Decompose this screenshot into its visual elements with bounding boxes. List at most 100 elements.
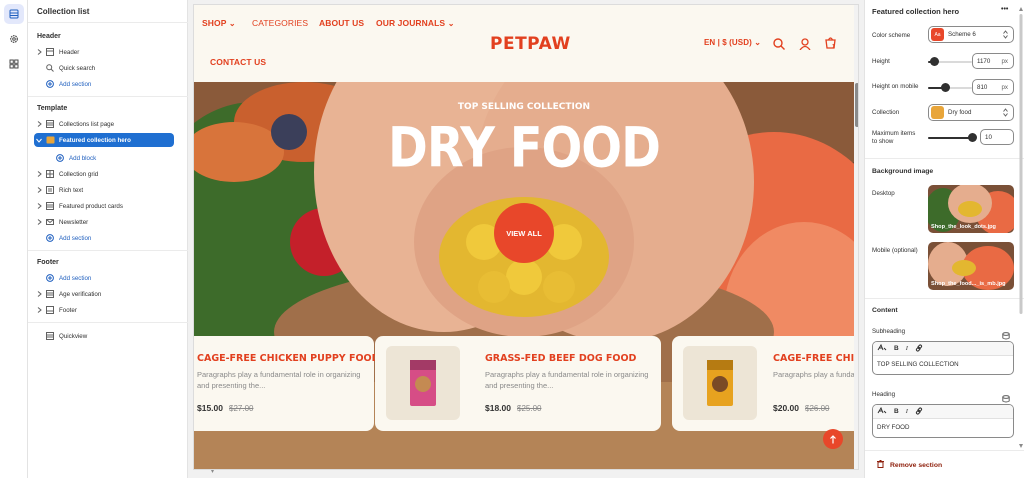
- link-icon[interactable]: [915, 407, 923, 417]
- height-unit: px: [1001, 57, 1008, 65]
- color-scheme-select[interactable]: Aa Scheme 6: [928, 26, 1014, 43]
- chevron-right-icon[interactable]: [34, 203, 44, 209]
- desktop-image-picker[interactable]: Shop_the_look_dots.jpg: [928, 185, 1014, 233]
- add-section-template[interactable]: Add section: [34, 231, 174, 245]
- chevron-right-icon[interactable]: [34, 121, 44, 127]
- nav-contact[interactable]: CONTACT US: [210, 57, 266, 67]
- locale-label: EN | $ (USD): [704, 38, 752, 47]
- paragraph-icon[interactable]: [877, 406, 887, 417]
- product-description: Paragraphs play a fundamental role in or…: [485, 370, 649, 390]
- product-card[interactable]: CAGE-FREE CHICKEN PUPPY FOOD Paragraphs …: [194, 336, 380, 431]
- chevron-down-icon[interactable]: [34, 138, 44, 143]
- heading-editor[interactable]: B I DRY FOOD: [872, 404, 1014, 438]
- slider-handle[interactable]: [941, 83, 951, 92]
- locale-selector[interactable]: EN | $ (USD) ⌄: [704, 38, 761, 47]
- add-section-footer[interactable]: Add section: [34, 271, 174, 285]
- subheading-editor[interactable]: B I TOP SELLING COLLECTION: [872, 341, 1014, 375]
- height-mobile-input[interactable]: 810 px: [972, 79, 1014, 95]
- store-logo[interactable]: PETPAW: [490, 34, 571, 54]
- product-card[interactable]: GRASS-FED BEEF DOG FOOD Paragraphs play …: [375, 336, 661, 431]
- product-price: $18.00: [485, 403, 511, 413]
- add-section-header[interactable]: Add section: [34, 77, 174, 91]
- collection-select[interactable]: Dry food: [928, 104, 1014, 121]
- sidebar-item-featured-product-cards[interactable]: Featured product cards: [34, 199, 174, 213]
- italic-icon[interactable]: I: [906, 408, 908, 415]
- chevron-right-icon[interactable]: [34, 219, 44, 225]
- settings-gear-icon[interactable]: [4, 29, 24, 49]
- chevron-right-icon[interactable]: [34, 187, 44, 193]
- italic-icon[interactable]: I: [906, 345, 908, 352]
- add-section-label: Add section: [59, 274, 92, 282]
- sidebar-item-header[interactable]: Header: [34, 45, 174, 59]
- cart-icon[interactable]: 1: [824, 36, 838, 55]
- collection-value: Dry food: [948, 109, 972, 116]
- trash-icon: [877, 460, 884, 470]
- search-icon[interactable]: [773, 37, 785, 55]
- nav-shop[interactable]: SHOP ⌄: [202, 18, 236, 28]
- preview-scrollbar[interactable]: [854, 5, 858, 469]
- chevron-right-icon[interactable]: [34, 171, 44, 177]
- bold-icon[interactable]: B: [894, 408, 899, 415]
- chevron-right-icon[interactable]: [34, 49, 44, 55]
- account-icon[interactable]: [799, 37, 811, 55]
- sidebar-item-collections-list-page[interactable]: Collections list page: [34, 117, 174, 131]
- max-items-label-line1: Maximum items: [872, 130, 916, 137]
- layout-icon: [44, 48, 56, 56]
- product-compare-price: $26.00: [805, 404, 830, 413]
- max-items-input[interactable]: 10: [980, 129, 1014, 145]
- sidebar-item-rich-text[interactable]: Rich text: [34, 183, 174, 197]
- slider-handle[interactable]: [930, 57, 940, 66]
- mobile-image-picker[interactable]: Shop_the_food..._is_mb.jpg: [928, 242, 1014, 290]
- more-actions-icon[interactable]: •••: [1001, 6, 1008, 13]
- link-icon[interactable]: [915, 344, 923, 354]
- view-all-button[interactable]: VIEW ALL: [494, 203, 554, 263]
- apps-icon[interactable]: [4, 54, 24, 74]
- height-input[interactable]: 1170 px: [972, 53, 1014, 69]
- max-items-slider[interactable]: [928, 133, 977, 142]
- plus-circle-icon: [54, 154, 66, 162]
- hero-heading: DRY FOOD: [388, 115, 661, 181]
- remove-section-button[interactable]: Remove section: [877, 460, 942, 470]
- collection-icon: [44, 136, 56, 144]
- bold-icon[interactable]: B: [894, 345, 899, 352]
- mobile-label: Mobile (optional): [872, 247, 918, 254]
- sidebar-item-quick-search[interactable]: Quick search: [34, 61, 174, 75]
- chevron-right-icon[interactable]: [34, 307, 44, 313]
- slider-handle[interactable]: [967, 133, 977, 142]
- nav-about[interactable]: ABOUT US: [319, 18, 364, 28]
- sections-icon[interactable]: [4, 4, 24, 24]
- group-template-label: Template: [37, 105, 68, 112]
- height-mobile-slider[interactable]: [928, 83, 972, 92]
- sidebar-item-collection-grid[interactable]: Collection grid: [34, 167, 174, 181]
- sidebar-item-label: Quick search: [59, 64, 96, 72]
- scroll-to-top-button[interactable]: [823, 429, 843, 449]
- sidebar-item-featured-collection-hero[interactable]: Featured collection hero: [34, 133, 174, 147]
- chevron-down-icon: ⌄: [754, 38, 762, 47]
- settings-scrollbar[interactable]: [1018, 0, 1024, 478]
- chevron-down-icon: ⌄: [228, 19, 236, 28]
- sidebar-item-footer[interactable]: Footer: [34, 303, 174, 317]
- product-name[interactable]: CAGE-FREE CHICKEN: [773, 353, 858, 364]
- paragraph-icon[interactable]: [877, 343, 887, 354]
- product-image[interactable]: [386, 346, 460, 420]
- sidebar-item-label: Featured collection hero: [59, 136, 131, 144]
- sidebar-item-quickview[interactable]: Quickview: [34, 329, 174, 343]
- product-card[interactable]: CAGE-FREE CHICKEN Paragraphs play a fund…: [672, 336, 858, 431]
- heading-value[interactable]: DRY FOOD: [873, 419, 1013, 436]
- sidebar-item-age-verification[interactable]: Age verification: [34, 287, 174, 301]
- subheading-value[interactable]: TOP SELLING COLLECTION: [873, 356, 1013, 373]
- divider: [865, 450, 1024, 451]
- sidebar-item-label: Footer: [59, 306, 77, 314]
- product-name[interactable]: CAGE-FREE CHICKEN PUPPY FOOD: [197, 353, 380, 364]
- chevron-right-icon[interactable]: [34, 291, 44, 297]
- product-name[interactable]: GRASS-FED BEEF DOG FOOD: [485, 353, 636, 364]
- nav-categories[interactable]: CATEGORIES: [252, 18, 308, 28]
- product-image[interactable]: [683, 346, 757, 420]
- height-slider[interactable]: [928, 57, 972, 66]
- divider: [28, 96, 188, 97]
- nav-journals[interactable]: OUR JOURNALS ⌄: [376, 18, 455, 28]
- preview-scroll-thumb[interactable]: [855, 83, 858, 127]
- add-block[interactable]: Add block: [44, 151, 184, 165]
- sidebar-item-newsletter[interactable]: Newsletter: [34, 215, 174, 229]
- color-scheme-value: Scheme 6: [948, 31, 976, 38]
